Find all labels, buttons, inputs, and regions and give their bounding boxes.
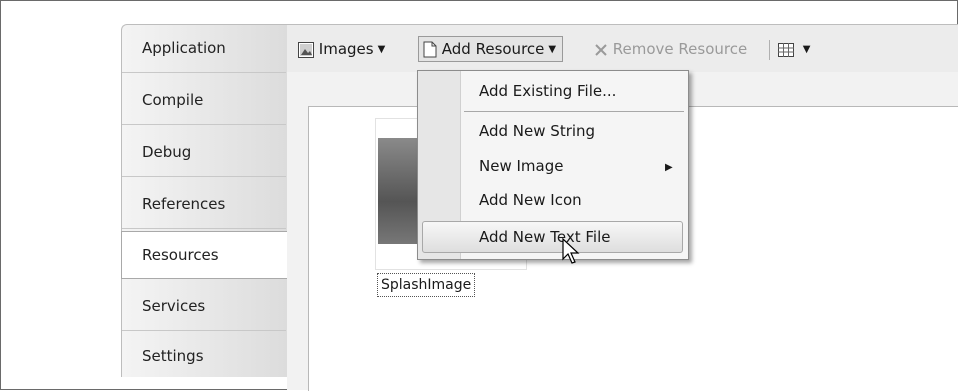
tab-debug[interactable]: Debug xyxy=(122,129,286,177)
close-x-icon xyxy=(595,43,607,56)
menu-item-new-image[interactable]: New Image xyxy=(479,157,563,175)
menu-item-add-existing-file[interactable]: Add Existing File... xyxy=(479,82,616,100)
tab-label: Application xyxy=(142,39,226,57)
tab-application[interactable]: Application xyxy=(122,25,286,73)
menu-item-add-new-text-file[interactable]: Add New Text File xyxy=(479,228,611,246)
menu-item-add-new-string[interactable]: Add New String xyxy=(479,122,595,140)
add-resource-menu: Add Existing File... Add New String New … xyxy=(417,70,689,260)
tab-resources[interactable]: Resources xyxy=(121,231,288,279)
grid-view-icon xyxy=(778,42,794,57)
submenu-arrow-icon: ▶ xyxy=(665,162,673,173)
add-resource-dropdown-button[interactable]: Add Resource ▼ xyxy=(418,36,564,62)
tab-references[interactable]: References xyxy=(122,181,286,229)
tab-services[interactable]: Services xyxy=(122,283,286,331)
chevron-down-icon: ▼ xyxy=(377,43,386,55)
add-resource-label: Add Resource xyxy=(441,40,545,58)
remove-resource-label: Remove Resource xyxy=(612,40,748,58)
menu-item-add-new-icon[interactable]: Add New Icon xyxy=(479,191,582,209)
resource-name-label[interactable]: SplashImage xyxy=(377,273,476,297)
tab-label: Services xyxy=(142,297,206,315)
toolbar-separator xyxy=(769,40,770,60)
tab-settings[interactable]: Settings xyxy=(122,333,286,381)
chevron-down-icon: ▼ xyxy=(802,43,811,55)
tab-label: References xyxy=(142,195,226,213)
splash-image-preview xyxy=(378,138,418,244)
mouse-pointer-icon xyxy=(562,238,580,264)
tab-label: Resources xyxy=(142,246,219,264)
resource-toolbar: Images ▼ Add Resource ▼ Remove Resource ▼ xyxy=(287,24,958,73)
view-grid-dropdown-button[interactable]: ▼ xyxy=(778,38,810,60)
tab-label: Settings xyxy=(142,347,204,365)
tab-compile[interactable]: Compile xyxy=(122,77,286,125)
image-icon xyxy=(298,41,314,58)
images-label: Images xyxy=(318,40,374,58)
images-dropdown-button[interactable]: Images ▼ xyxy=(298,38,385,60)
chevron-down-icon: ▼ xyxy=(548,43,557,55)
menu-separator xyxy=(464,111,684,112)
project-sidebar: Application Compile Debug References Res… xyxy=(121,24,288,377)
remove-resource-button[interactable]: Remove Resource xyxy=(594,38,747,60)
document-icon xyxy=(423,41,437,58)
tab-label: Debug xyxy=(142,143,192,161)
tab-label: Compile xyxy=(142,91,204,109)
